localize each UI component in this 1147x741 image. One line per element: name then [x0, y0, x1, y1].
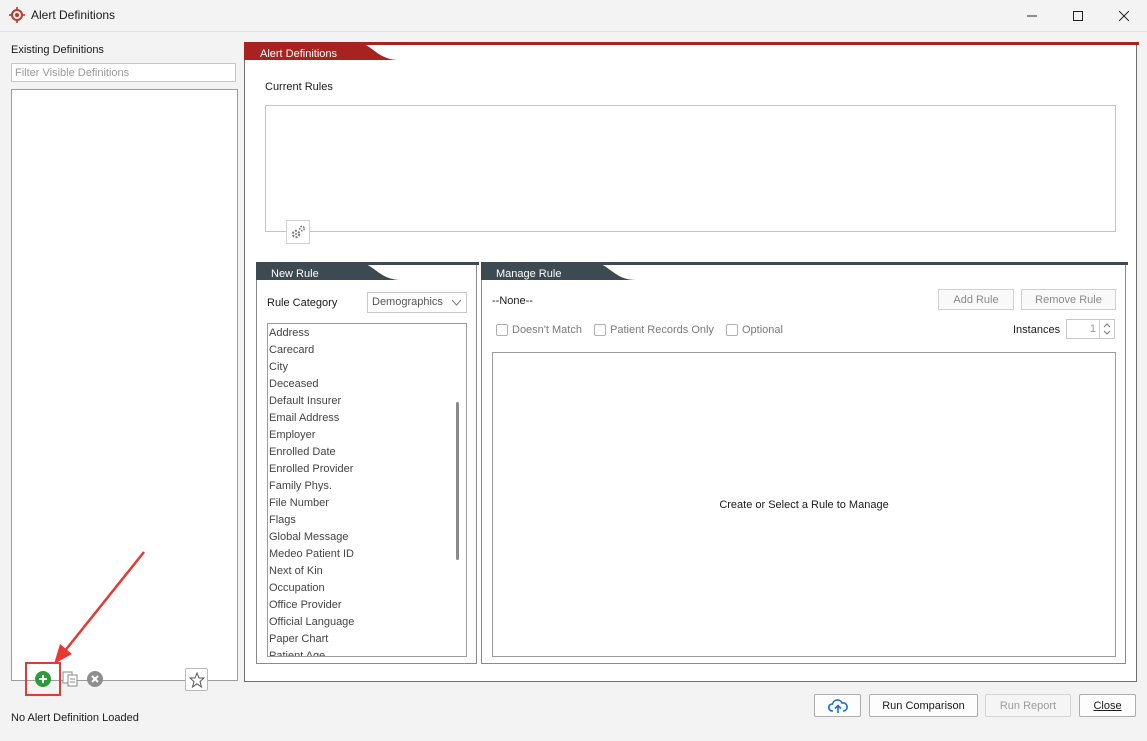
- optional-label: Optional: [742, 324, 783, 336]
- favorite-button[interactable]: [185, 668, 208, 691]
- rule-field-item[interactable]: Enrolled Date: [268, 444, 466, 461]
- gear-icon: [291, 225, 306, 239]
- upload-button[interactable]: [814, 694, 861, 717]
- title-bar: Alert Definitions: [0, 0, 1147, 32]
- doesnt-match-checkbox[interactable]: Doesn't Match: [496, 324, 582, 336]
- favorite-star-icon: [188, 671, 205, 688]
- manage-rule-tab-title: Manage Rule: [496, 268, 562, 280]
- rule-field-item[interactable]: Global Message: [268, 529, 466, 546]
- rule-field-item[interactable]: Family Phys.: [268, 478, 466, 495]
- chevron-down-icon: [452, 300, 461, 306]
- minimize-icon: [1027, 15, 1037, 16]
- close-button[interactable]: Close: [1079, 694, 1136, 717]
- instances-stepper[interactable]: 1: [1066, 319, 1115, 339]
- current-rules-label: Current Rules: [265, 81, 333, 93]
- rule-field-item[interactable]: Patient Age: [268, 648, 466, 656]
- minimize-button[interactable]: [1009, 0, 1055, 31]
- panel-tab-title: Alert Definitions: [260, 48, 338, 60]
- stepper-arrows-icon: [1103, 323, 1111, 335]
- maximize-button[interactable]: [1055, 0, 1101, 31]
- optional-checkbox[interactable]: Optional: [726, 324, 783, 336]
- run-comparison-button[interactable]: Run Comparison: [869, 694, 978, 717]
- new-rule-tab-title: New Rule: [271, 268, 319, 280]
- new-rule-panel: New Rule Rule Category Demographics Addr…: [256, 262, 479, 664]
- window-title: Alert Definitions: [31, 8, 116, 22]
- status-text: No Alert Definition Loaded: [11, 712, 139, 724]
- rule-field-item[interactable]: Paper Chart: [268, 631, 466, 648]
- rule-field-item[interactable]: Enrolled Provider: [268, 461, 466, 478]
- patient-records-only-checkbox[interactable]: Patient Records Only: [594, 324, 714, 336]
- checkbox-box[interactable]: [726, 324, 738, 336]
- doesnt-match-label: Doesn't Match: [512, 324, 582, 336]
- alert-definitions-panel: Alert Definitions Current Rules New Rule…: [244, 42, 1139, 682]
- rule-field-item[interactable]: Employer: [268, 427, 466, 444]
- maximize-icon: [1073, 10, 1083, 21]
- instances-value: 1: [1089, 323, 1096, 335]
- panel-header-tab: [244, 42, 1139, 60]
- cloud-upload-icon: [827, 698, 848, 713]
- rule-field-item[interactable]: Flags: [268, 512, 466, 529]
- instances-label: Instances: [1013, 324, 1061, 336]
- rule-category-label: Rule Category: [267, 297, 338, 309]
- manage-rule-panel: Manage Rule --None-- Add Rule Remove Rul…: [481, 262, 1128, 664]
- stepper-arrows[interactable]: [1099, 320, 1114, 338]
- rule-field-item[interactable]: Email Address: [268, 410, 466, 427]
- annotation-arrow: [54, 551, 145, 664]
- rule-field-item[interactable]: Next of Kin: [268, 563, 466, 580]
- filter-definitions-input[interactable]: [11, 63, 236, 82]
- rule-field-item[interactable]: Occupation: [268, 580, 466, 597]
- rule-category-value: Demographics: [372, 296, 443, 308]
- selected-rule-label: --None--: [492, 295, 533, 307]
- rule-field-item[interactable]: Official Language: [268, 614, 466, 631]
- rule-field-item[interactable]: Deceased: [268, 376, 466, 393]
- patient-records-only-label: Patient Records Only: [610, 324, 714, 336]
- rule-field-item[interactable]: Office Provider: [268, 597, 466, 614]
- manage-rule-tab: [481, 262, 1128, 280]
- checkbox-box[interactable]: [496, 324, 508, 336]
- rule-field-item[interactable]: File Number: [268, 495, 466, 512]
- app-logo-icon: [9, 7, 25, 23]
- current-rules-list[interactable]: [265, 105, 1116, 232]
- rule-field-item[interactable]: Address: [268, 325, 466, 342]
- existing-definitions-heading: Existing Definitions: [11, 44, 104, 56]
- rule-field-item[interactable]: City: [268, 359, 466, 376]
- remove-rule-button[interactable]: Remove Rule: [1021, 289, 1116, 310]
- rule-category-dropdown[interactable]: Demographics: [367, 292, 467, 313]
- add-rule-button[interactable]: Add Rule: [938, 289, 1014, 310]
- rule-fields-list[interactable]: Address Carecard City Deceased Default Insur…: [267, 323, 467, 657]
- rule-field-item[interactable]: Carecard: [268, 342, 466, 359]
- rule-settings-button[interactable]: [286, 220, 310, 244]
- close-icon: [1119, 10, 1129, 21]
- run-report-button[interactable]: Run Report: [985, 694, 1071, 717]
- rule-editor-area[interactable]: Create or Select a Rule to Manage: [492, 352, 1116, 657]
- checkbox-box[interactable]: [594, 324, 606, 336]
- close-window-button[interactable]: [1101, 0, 1147, 31]
- scrollbar-thumb[interactable]: [456, 402, 459, 560]
- rule-field-item[interactable]: Medeo Patient ID: [268, 546, 466, 563]
- rule-field-item[interactable]: Default Insurer: [268, 393, 466, 410]
- empty-message: Create or Select a Rule to Manage: [719, 498, 889, 511]
